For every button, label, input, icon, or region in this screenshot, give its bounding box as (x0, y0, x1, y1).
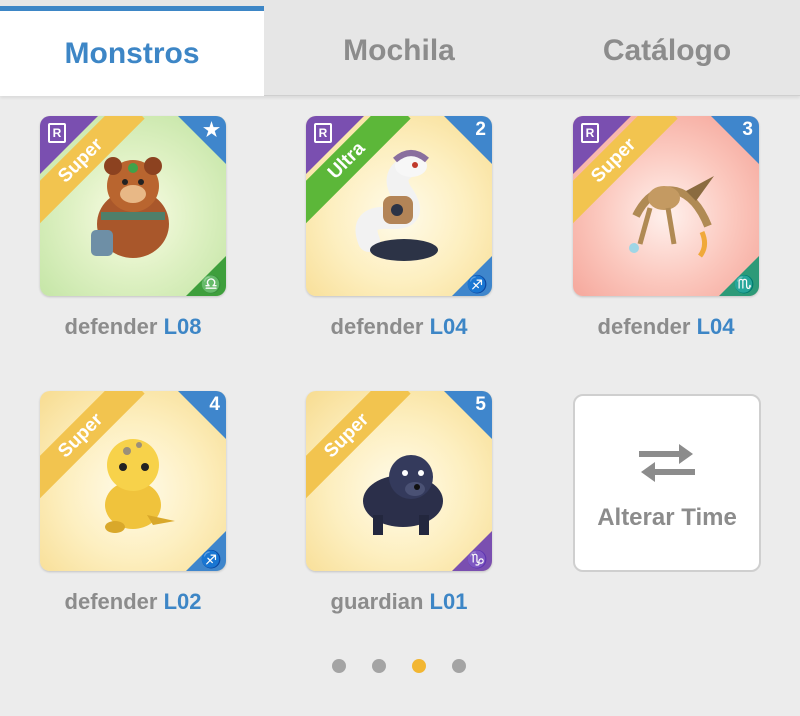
monster-label: defender L04 (306, 314, 492, 340)
r-badge-icon: R (581, 123, 599, 143)
monster-level: L04 (429, 314, 468, 339)
monster-card[interactable]: Super 4 ♐ defender L02 (40, 391, 226, 615)
monster-label: defender L02 (40, 589, 226, 615)
monster-label: defender L04 (573, 314, 759, 340)
page-indicator (332, 659, 466, 673)
page-dot[interactable] (452, 659, 466, 673)
monster-level: L08 (163, 314, 202, 339)
monster-card[interactable]: R Super ★ ♎ defender L08 (40, 116, 226, 340)
capricorn-icon: ♑ (466, 550, 488, 569)
monster-level: L02 (163, 589, 202, 614)
tab-bar: Monstros Mochila Catálogo (0, 0, 800, 96)
monster-label: defender L08 (40, 314, 226, 340)
slot-star-icon: ★ (202, 120, 220, 141)
slot-number: 3 (742, 119, 753, 140)
libra-icon: ♎ (200, 275, 222, 294)
swap-arrows-icon (639, 444, 695, 482)
tab-mochila[interactable]: Mochila (264, 6, 534, 96)
page-dot-active[interactable] (412, 659, 426, 673)
monster-name: defender (597, 314, 691, 339)
monster-card[interactable]: Super 5 ♑ guardian L01 (306, 391, 492, 615)
monster-art: R Ultra 2 ♐ (306, 116, 492, 296)
tab-monstros[interactable]: Monstros (0, 6, 264, 96)
page-dot[interactable] (332, 659, 346, 673)
slot-number: 2 (475, 119, 486, 140)
page-dot[interactable] (372, 659, 386, 673)
slot-number: 5 (475, 394, 486, 415)
alterar-time-button[interactable]: Alterar Time (573, 394, 761, 572)
tab-catalogo[interactable]: Catálogo (534, 6, 800, 96)
monster-card[interactable]: R Ultra 2 ♐ defender L04 (306, 116, 492, 340)
r-badge-icon: R (48, 123, 66, 143)
slot-number: 4 (209, 394, 220, 415)
sagittarius-icon: ♐ (200, 550, 222, 569)
monster-name: defender (64, 314, 158, 339)
monster-name: guardian (330, 589, 424, 614)
monster-card[interactable]: R Super 3 ♏ defender L04 (573, 116, 759, 340)
monster-name: defender (330, 314, 424, 339)
monster-art: Super 4 ♐ (40, 391, 226, 571)
sagittarius-icon: ♐ (466, 275, 488, 294)
scorpio-icon: ♏ (733, 275, 755, 294)
monster-art: R Super ★ ♎ (40, 116, 226, 296)
monster-level: L01 (429, 589, 468, 614)
monster-level: L04 (696, 314, 735, 339)
alterar-time-label: Alterar Time (597, 504, 737, 531)
monster-art: Super 5 ♑ (306, 391, 492, 571)
monster-label: guardian L01 (306, 589, 492, 615)
r-badge-icon: R (314, 123, 332, 143)
monster-name: defender (64, 589, 158, 614)
monster-art: R Super 3 ♏ (573, 116, 759, 296)
